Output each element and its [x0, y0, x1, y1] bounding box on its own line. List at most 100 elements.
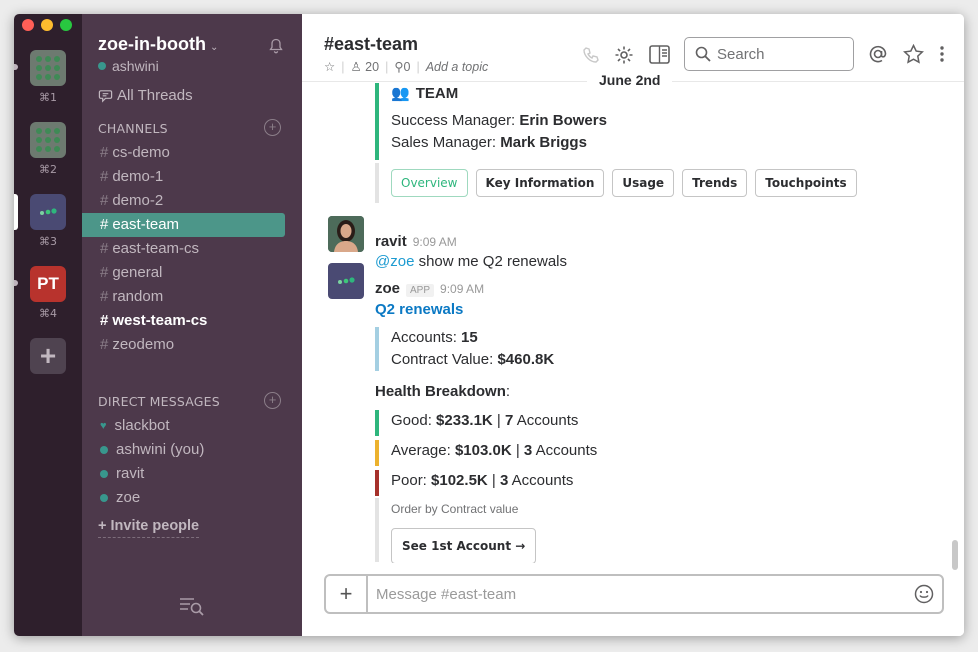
workspace-1[interactable]: ⌘1 — [14, 50, 66, 104]
health-good: Good: $233.1K | 7 Accounts — [375, 410, 578, 436]
phone-icon[interactable] — [582, 46, 600, 64]
channel-title[interactable]: #east-team — [324, 34, 418, 55]
workspace-3[interactable]: ⌘3 — [14, 194, 66, 248]
person-icon: ♙ — [350, 60, 362, 74]
key-information-button[interactable]: Key Information — [475, 169, 605, 197]
sidebar-item-zeodemo[interactable]: # zeodemo — [82, 333, 285, 357]
order-note: Order by Contract value — [391, 502, 519, 516]
health-count: 3 — [499, 472, 509, 489]
threads-icon — [98, 90, 113, 103]
sales-manager: Sales Manager: Mark Briggs — [391, 132, 607, 154]
team-attachment: 👥 TEAM Success Manager: Erin Bowers Sales… — [375, 83, 607, 160]
add-channel-icon[interactable]: + — [264, 119, 281, 136]
invite-people-link[interactable]: + Invite people — [98, 518, 200, 538]
hash-icon: # — [100, 192, 109, 209]
sidebar-item-demo-2[interactable]: # demo-2 — [82, 189, 285, 213]
star-outline-icon[interactable]: ☆ — [324, 59, 335, 74]
sidebar-item-east-team[interactable]: # east-team — [82, 213, 285, 237]
user-mention[interactable]: @zoe — [375, 253, 414, 270]
star-icon[interactable] — [903, 44, 924, 64]
bell-icon[interactable] — [268, 38, 284, 54]
add-workspace-button[interactable]: + — [30, 338, 66, 374]
message-list: 👥 TEAM Success Manager: Erin Bowers Sales… — [302, 83, 964, 563]
author-name[interactable]: ravit — [375, 233, 407, 250]
dm-zoe[interactable]: zoe — [82, 486, 285, 510]
overview-button[interactable]: Overview — [391, 169, 468, 197]
message-input[interactable] — [368, 577, 906, 611]
team-name: zoe-in-booth — [98, 34, 206, 54]
channel-sidebar: zoe-in-booth ⌄ ashwini All Threads CHANNE… — [82, 14, 302, 636]
pt-workspace-icon: PT — [30, 266, 66, 302]
health-label: Good: — [391, 412, 432, 429]
workspace-icon — [30, 122, 66, 158]
channel-name: east-team-cs — [112, 240, 200, 257]
channels-header[interactable]: CHANNELS — [98, 121, 168, 136]
add-dm-icon[interactable]: + — [264, 392, 281, 409]
health-value: $103.0K — [454, 442, 512, 459]
see-first-account-button[interactable]: See 1st Account → — [391, 528, 537, 563]
active-workspace-indicator — [14, 194, 18, 230]
more-options-icon[interactable] — [939, 45, 945, 63]
touchpoints-button[interactable]: Touchpoints — [755, 169, 857, 197]
success-manager-name: Erin Bowers — [519, 112, 607, 129]
hash-icon: # — [100, 288, 109, 305]
sidebar-item-random[interactable]: # random — [82, 285, 285, 309]
add-topic-link[interactable]: Add a topic — [426, 60, 489, 74]
current-user[interactable]: ashwini — [98, 58, 159, 74]
attach-button[interactable]: + — [326, 576, 368, 612]
contract-line: Contract Value: $460.8K — [391, 349, 554, 371]
gear-icon[interactable] — [614, 45, 634, 65]
health-unit: Accounts — [511, 472, 574, 489]
health-label: Poor: — [391, 472, 427, 489]
dm-name: zoe — [116, 489, 141, 506]
all-threads-link[interactable]: All Threads — [98, 87, 193, 104]
channel-details-icon[interactable] — [649, 45, 670, 64]
dm-slackbot[interactable]: ♥ slackbot — [82, 414, 285, 438]
sidebar-item-demo-1[interactable]: # demo-1 — [82, 165, 285, 189]
sidebar-item-east-team-cs[interactable]: # east-team-cs — [82, 237, 285, 261]
sidebar-item-cs-demo[interactable]: # cs-demo — [82, 141, 285, 165]
health-unit: Accounts — [516, 412, 579, 429]
message-text: @zoe show me Q2 renewals — [375, 253, 567, 270]
pins-count-value: 0 — [403, 60, 411, 74]
timestamp[interactable]: 9:09 AM — [413, 235, 457, 249]
team-menu[interactable]: zoe-in-booth ⌄ — [98, 34, 218, 55]
search-input[interactable]: Search — [684, 37, 854, 71]
order-section: Order by Contract value See 1st Account … — [375, 498, 537, 563]
plus-icon: + — [339, 581, 353, 606]
sidebar-item-general[interactable]: # general — [82, 261, 285, 285]
dm-self[interactable]: ashwini (you) — [82, 438, 285, 462]
health-unit: Accounts — [535, 442, 598, 459]
sidebar-item-west-team-cs[interactable]: # west-team-cs — [82, 309, 285, 333]
success-manager: Success Manager: Erin Bowers — [391, 110, 607, 132]
close-window-button[interactable] — [22, 19, 34, 31]
avatar[interactable] — [328, 263, 364, 299]
hash-icon: # — [100, 168, 109, 185]
presence-active-icon — [98, 62, 106, 70]
channel-name: random — [112, 288, 164, 305]
author-name[interactable]: zoe — [375, 280, 400, 297]
timestamp[interactable]: 9:09 AM — [440, 282, 484, 296]
dm-ravit[interactable]: ravit — [82, 462, 285, 486]
channel-name: demo-2 — [112, 192, 164, 209]
maximize-window-button[interactable] — [60, 19, 72, 31]
at-mentions-icon[interactable] — [868, 44, 888, 64]
workspace-2[interactable]: ⌘2 — [30, 122, 66, 176]
workspace-4[interactable]: PT ⌘4 — [14, 266, 66, 320]
pins-count[interactable]: ⚲0 — [394, 59, 410, 74]
members-count[interactable]: ♙ 20 — [350, 59, 379, 74]
avatar[interactable] — [328, 216, 364, 252]
message-scrollbar[interactable] — [952, 540, 958, 570]
usage-button[interactable]: Usage — [612, 169, 675, 197]
hash-icon: # — [100, 336, 109, 353]
minimize-window-button[interactable] — [41, 19, 53, 31]
message-header: zoe APP 9:09 AM — [375, 280, 484, 297]
trends-button[interactable]: Trends — [682, 169, 748, 197]
emoji-button[interactable] — [906, 584, 942, 604]
channel-meta: ☆ | ♙ 20 | ⚲0 | Add a topic — [324, 59, 489, 75]
q2-renewals-link[interactable]: Q2 renewals — [375, 301, 463, 318]
channel-view: #east-team ☆ | ♙ 20 | ⚲0 | Add a topic S… — [302, 14, 964, 636]
direct-messages-header[interactable]: DIRECT MESSAGES — [98, 394, 220, 409]
health-title-text: Health Breakdown — [375, 383, 506, 400]
quick-switcher-icon[interactable] — [179, 596, 205, 616]
